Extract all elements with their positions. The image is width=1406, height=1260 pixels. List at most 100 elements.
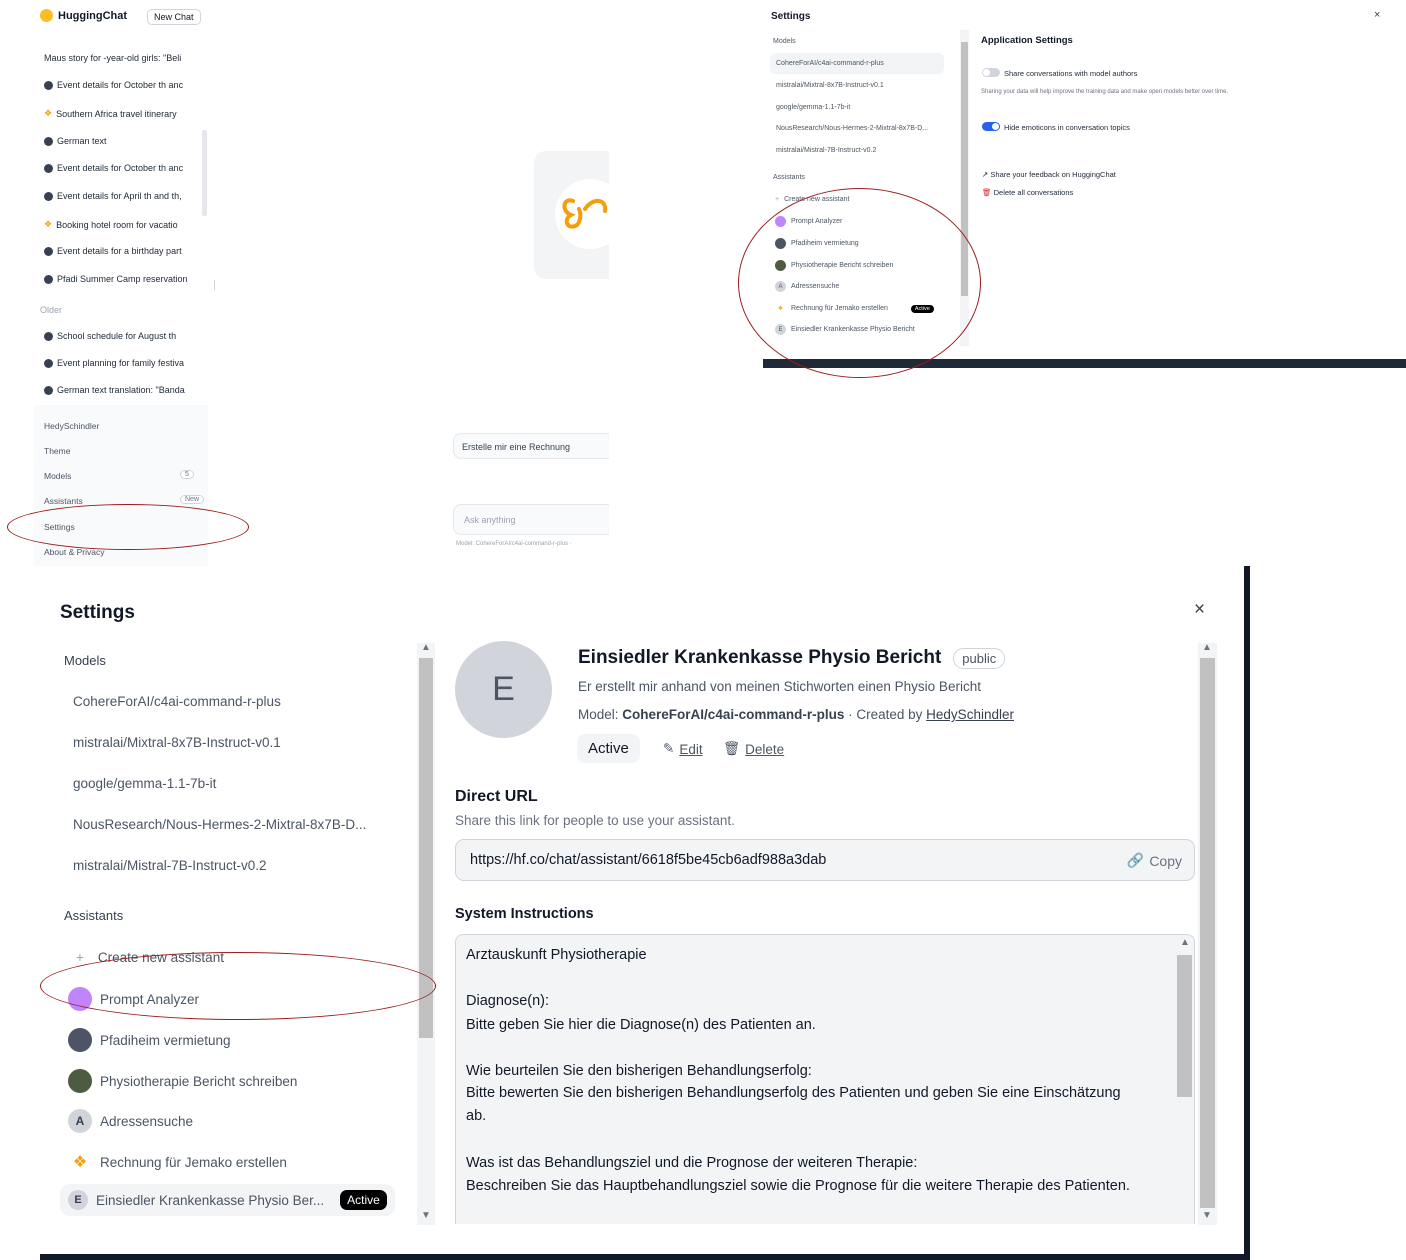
smiley-logo-icon [40,9,53,22]
conversation-item[interactable]: School schedule for August th [44,331,204,341]
model-avatar-icon [44,80,53,90]
feedback-link[interactable]: ↗ Share your feedback on HuggingChat [982,170,1116,179]
creator-link[interactable]: HedySchindler [926,707,1014,722]
conversation-item[interactable]: German text translation: "Banda [44,385,204,395]
model-item[interactable]: google/gemma-1.1-7b-it [770,97,944,118]
conversation-item[interactable]: Event planning for family festiva [44,358,204,368]
model-avatar-icon [44,136,53,146]
assistant-item[interactable]: ❖ Rechnung für Jemako erstellen [68,1150,287,1174]
system-instructions-title: System Instructions [455,906,594,922]
close-icon[interactable]: × [1374,9,1380,21]
share-toggle-label: Share conversations with model authors [1004,69,1138,78]
conversation-item[interactable]: Event details for October th anc [44,80,204,90]
emoticons-toggle[interactable] [982,122,1000,131]
model-avatar-icon [44,385,53,395]
scroll-down-icon[interactable]: ▼ [1202,1210,1212,1221]
model-item[interactable]: NousResearch/Nous-Hermes-2-Mixtral-8x7B-… [770,118,944,139]
model-avatar-icon [44,274,53,284]
model-avatar-icon [44,191,53,201]
user-menu-item[interactable]: HedySchindler [44,421,99,431]
models-menu-item[interactable]: Models [44,471,71,481]
scroll-up-icon[interactable]: ▲ [1202,642,1212,653]
chat-sidebar: HuggingChat New Chat Maus story for -yea… [34,0,208,566]
assistants-section-label: Assistants [773,174,805,181]
active-status: Active [577,734,640,763]
instruction-line: Arztauskunft Physiotherapie [466,947,647,963]
assistant-item[interactable]: A Adressensuche [68,1109,193,1133]
trash-icon: 🗑 [723,741,741,756]
trash-icon: 🗑 [982,188,992,197]
instruction-line: Bitte bewerten Sie den bisherigen Behand… [466,1085,1121,1101]
instruction-line: Beschreiben Sie das Hauptbehandlungsziel… [466,1178,1130,1194]
modal-border [1244,566,1250,1260]
settings-title: Settings [60,602,135,623]
assistant-item[interactable]: Physiotherapie Bericht schreiben [68,1069,297,1093]
conversation-item[interactable]: Event details for October th anc [44,163,204,173]
delete-button[interactable]: 🗑 Delete [723,741,784,757]
assistant-item[interactable]: Pfadiheim vermietung [68,1028,231,1052]
suggestion-chip[interactable]: Erstelle mir eine Rechnung [453,433,609,459]
assistant-avatar: E [455,641,552,738]
instruction-line: Wie beurteilen Sie den bisherigen Behand… [466,1063,812,1079]
models-count-badge: 5 [180,470,194,479]
conversation-item[interactable]: Maus story for -year-old girls: "Beli [44,53,204,63]
model-item[interactable]: CohereForAI/c4ai-command-r-plus [73,694,281,709]
assistant-avatar-icon [68,1069,92,1093]
direct-url-field[interactable]: https://hf.co/chat/assistant/6618f5be45c… [455,839,1195,881]
assistants-menu-item[interactable]: Assistants [44,496,83,506]
sidebar-scrollbar[interactable] [202,130,207,216]
model-note[interactable]: Model: CohereForAI/c4ai-command-r-plus · [456,541,572,547]
system-instructions-textarea[interactable]: Arztauskunft Physiotherapie Diagnose(n):… [455,934,1195,1224]
modal-border [40,1254,1250,1260]
model-item[interactable]: NousResearch/Nous-Hermes-2-Mixtral-8x7B-… [73,817,366,832]
active-badge: Active [340,1190,387,1210]
chat-input[interactable]: Ask anything [453,504,609,535]
delete-all-button[interactable]: 🗑 Delete all conversations [982,188,1073,197]
app-name: HuggingChat [58,9,128,22]
conversation-item[interactable]: Event details for a birthday part [44,246,204,256]
settings-title: Settings [771,11,811,22]
theme-menu-item[interactable]: Theme [44,446,70,456]
conversation-item[interactable]: Pfadi Summer Camp reservation [44,274,204,284]
conversation-item[interactable]: German text [44,136,204,146]
older-section-label: Older [40,305,63,315]
share-toggle[interactable] [982,68,1000,77]
assistant-item-selected[interactable]: E Einsiedler Krankenkasse Physio Ber... Ac… [60,1184,395,1216]
model-item[interactable]: mistralai/Mixtral-8x7B-Instruct-v0.1 [770,75,944,96]
scroll-down-icon[interactable]: ▼ [421,1210,431,1221]
direct-url-text[interactable]: https://hf.co/chat/assistant/6618f5be45c… [470,852,826,868]
conversation-item[interactable]: Event details for April th and th, [44,191,204,201]
app-settings-title: Application Settings [981,35,1073,46]
visibility-badge: public [953,647,1006,669]
divider [214,280,215,290]
instruction-line: Was ist das Behandlungsziel und die Prog… [466,1155,918,1171]
share-hint: Sharing your data will help improve the … [981,89,1229,95]
instruction-line: Diagnose(n): [466,993,550,1009]
textarea-scrollbar-thumb[interactable] [1177,955,1192,1097]
scroll-up-icon[interactable]: ▲ [1180,937,1190,948]
conversation-item[interactable]: ❖ Booking hotel room for vacatio [44,219,204,230]
assistant-description: Er erstellt mir anhand von meinen Stichw… [578,679,981,694]
instruction-line: ab. [466,1108,487,1124]
new-chat-button[interactable]: New Chat [147,9,201,25]
annotation-ellipse [738,188,981,378]
model-item[interactable]: mistralai/Mixtral-8x7B-Instruct-v0.1 [73,735,281,750]
edit-button[interactable]: ✎ Edit [663,741,703,757]
model-avatar-icon [44,246,53,256]
settings-modal-large: Settings × Models CohereForAI/c4ai-comma… [40,566,1250,1260]
scroll-up-icon[interactable]: ▲ [421,642,431,653]
app-logo[interactable]: HuggingChat [40,9,127,22]
scrollbar-thumb[interactable] [1200,658,1215,1208]
assistants-section-label: Assistants [64,908,124,923]
instruction-line: Bitte geben Sie hier die Diagnose(n) des… [466,1017,816,1033]
conversation-item[interactable]: ❖ Southern Africa travel itinerary [44,108,204,119]
assistant-logo-card [534,151,609,279]
model-item[interactable]: CohereForAI/c4ai-command-r-plus [770,53,944,74]
model-item[interactable]: google/gemma-1.1-7b-it [73,776,216,791]
model-item[interactable]: mistralai/Mistral-7B-Instruct-v0.2 [73,858,267,873]
model-item[interactable]: mistralai/Mistral-7B-Instruct-v0.2 [770,140,944,161]
assistant-avatar-icon: A [68,1109,92,1133]
direct-url-subtitle: Share this link for people to use your a… [455,813,735,828]
copy-button[interactable]: 🔗 Copy [1127,852,1182,869]
close-icon[interactable]: × [1194,599,1205,621]
